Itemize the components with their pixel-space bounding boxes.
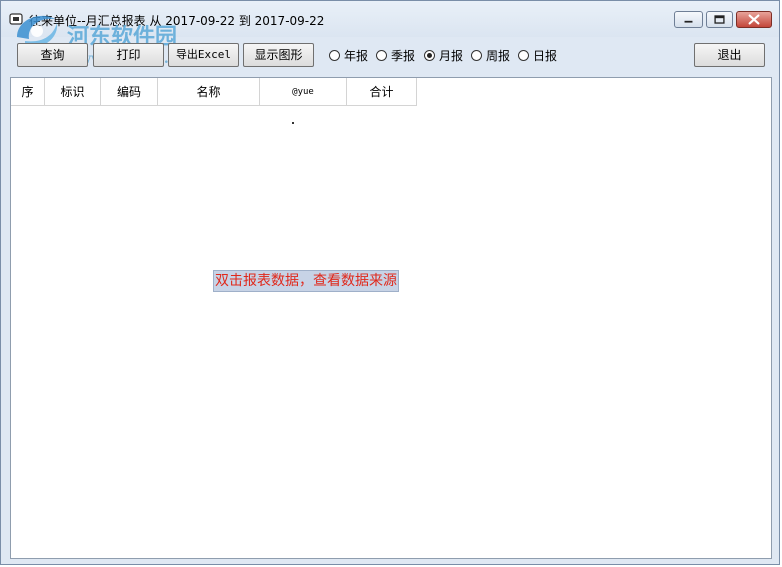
app-icon <box>9 12 23 26</box>
close-button[interactable] <box>736 11 772 28</box>
close-icon <box>748 14 760 25</box>
grid-cell-marker <box>292 122 294 124</box>
title-bar[interactable]: 往来单位--月汇总报表 从 2017-09-22 到 2017-09-22 河东… <box>1 1 779 67</box>
exit-button[interactable]: 退出 <box>694 43 765 67</box>
column-header-seq[interactable]: 序 <box>11 78 45 106</box>
radio-indicator <box>424 50 435 61</box>
export-excel-button[interactable]: 导出Excel <box>168 43 239 67</box>
radio-label: 年报 <box>344 49 369 63</box>
column-header-total[interactable]: 合计 <box>347 78 417 106</box>
show-chart-button[interactable]: 显示图形 <box>243 43 314 67</box>
query-button[interactable]: 查询 <box>17 43 88 67</box>
maximize-button[interactable] <box>706 11 733 28</box>
restore-icon <box>714 15 725 24</box>
window-title: 往来单位--月汇总报表 从 2017-09-22 到 2017-09-22 <box>29 14 325 28</box>
radio-label: 日报 <box>533 49 558 63</box>
minimize-icon <box>684 20 693 23</box>
minimize-button[interactable] <box>674 11 703 28</box>
radio-indicator <box>376 50 387 61</box>
hint-label: 双击报表数据，查看数据来源 <box>213 270 399 292</box>
column-header-code[interactable]: 编码 <box>101 78 158 106</box>
radio-label: 周报 <box>486 49 511 63</box>
radio-label: 月报 <box>439 49 464 63</box>
radio-indicator <box>518 50 529 61</box>
radio-indicator <box>471 50 482 61</box>
column-header-name[interactable]: 名称 <box>158 78 260 106</box>
report-window: 往来单位--月汇总报表 从 2017-09-22 到 2017-09-22 河东… <box>0 0 780 565</box>
report-grid[interactable]: 序 标识 编码 名称 @yue 合计 双击报表数据，查看数据来源 <box>10 77 772 559</box>
column-header-tag[interactable]: 标识 <box>45 78 101 106</box>
radio-label: 季报 <box>391 49 416 63</box>
toolbar: 查询 打印 导出Excel 显示图形 年报 季报 月报 周报 日报 退出 <box>1 37 779 75</box>
column-header-month[interactable]: @yue <box>260 78 347 106</box>
radio-indicator <box>329 50 340 61</box>
print-button[interactable]: 打印 <box>93 43 164 67</box>
